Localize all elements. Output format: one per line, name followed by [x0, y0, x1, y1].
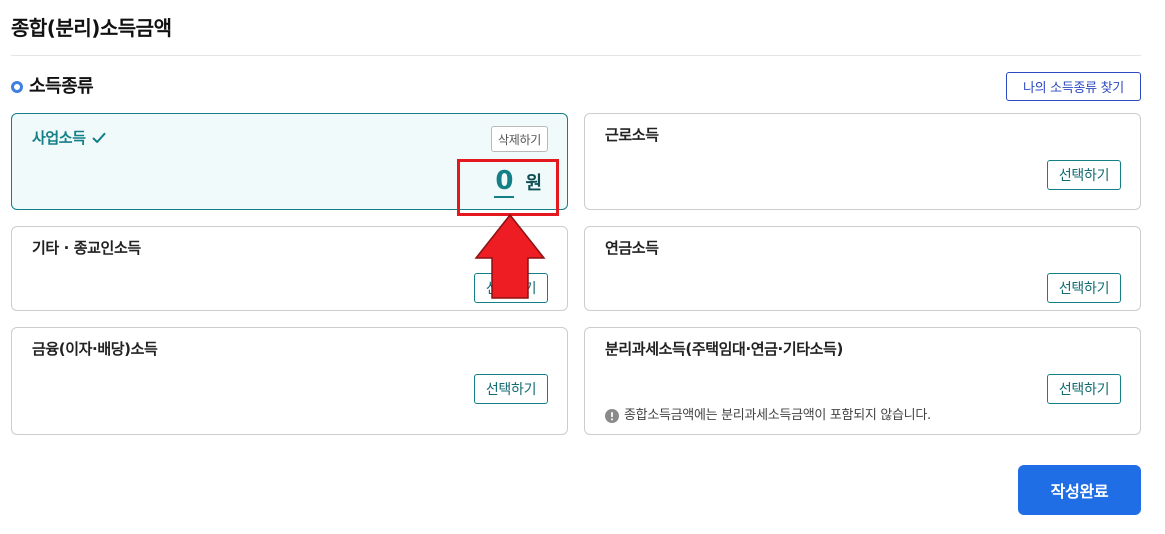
- ring-icon: [11, 81, 23, 93]
- income-card-label: 분리과세소득(주택임대·연금·기타소득): [605, 340, 843, 358]
- find-my-income-type-button[interactable]: 나의 소득종류 찾기: [1006, 72, 1141, 101]
- select-button-financial[interactable]: 선택하기: [474, 374, 548, 404]
- delete-button[interactable]: 삭제하기: [491, 126, 548, 152]
- select-button-other-religious[interactable]: 선택하기: [474, 273, 548, 303]
- select-button-separate-taxation[interactable]: 선택하기: [1047, 374, 1121, 404]
- page-title: 종합(분리)소득금액: [11, 16, 172, 40]
- section-heading: 소득종류: [29, 76, 94, 97]
- separate-taxation-note: 종합소득금액에는 분리과세소득금액이 포함되지 않습니다.: [605, 408, 931, 424]
- submit-button[interactable]: 작성완료: [1018, 465, 1141, 515]
- income-card-label: 기타 · 종교인소득: [32, 239, 141, 257]
- amount-row: 0 원: [494, 166, 542, 198]
- income-card-label: 사업소득: [32, 127, 106, 149]
- amount-unit: 원: [525, 173, 542, 194]
- select-button-pension[interactable]: 선택하기: [1047, 273, 1121, 303]
- income-card-pension: 연금소득 선택하기: [584, 226, 1141, 311]
- income-card-business: 사업소득 삭제하기 0 원: [11, 113, 568, 210]
- business-income-amount[interactable]: 0: [494, 166, 515, 198]
- income-card-label: 근로소득: [605, 126, 659, 144]
- income-amount-page: 종합(분리)소득금액 소득종류 나의 소득종류 찾기 사업소득 삭제하기 0 원…: [0, 0, 1165, 534]
- income-card-financial: 금융(이자·배당)소득 선택하기: [11, 327, 568, 435]
- income-card-other-religious: 기타 · 종교인소득 선택하기: [11, 226, 568, 311]
- income-card-separate-taxation: 분리과세소득(주택임대·연금·기타소득) 선택하기 종합소득금액에는 분리과세소…: [584, 327, 1141, 435]
- income-card-label-text: 사업소득: [32, 129, 86, 147]
- income-card-label: 연금소득: [605, 239, 659, 257]
- info-icon: [605, 409, 619, 423]
- title-divider: [11, 55, 1141, 56]
- income-card-label: 금융(이자·배당)소득: [32, 340, 158, 358]
- select-button-earned[interactable]: 선택하기: [1047, 160, 1121, 190]
- income-card-earned: 근로소득 선택하기: [584, 113, 1141, 210]
- check-icon: [92, 132, 106, 143]
- note-text: 종합소득금액에는 분리과세소득금액이 포함되지 않습니다.: [624, 408, 931, 423]
